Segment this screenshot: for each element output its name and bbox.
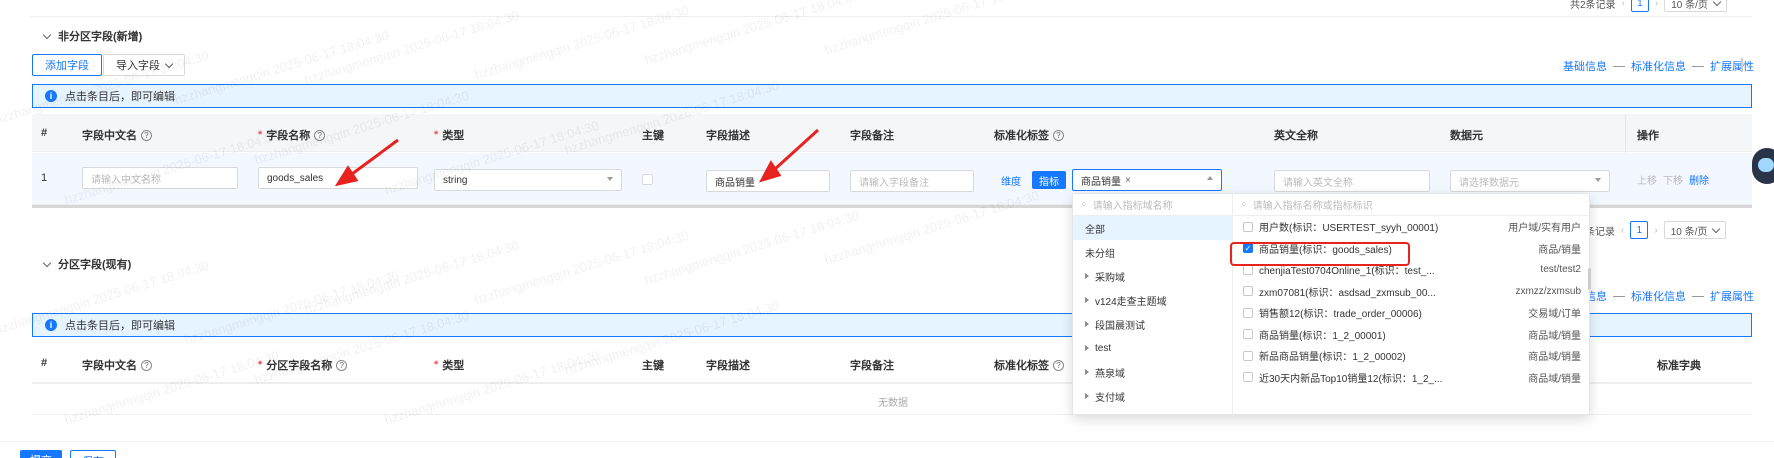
arrow-head	[334, 165, 359, 187]
annotation-arrow	[773, 128, 820, 171]
arrow-head	[759, 160, 782, 183]
annotation-arrows	[334, 128, 820, 187]
annotation-arrow	[351, 138, 399, 176]
